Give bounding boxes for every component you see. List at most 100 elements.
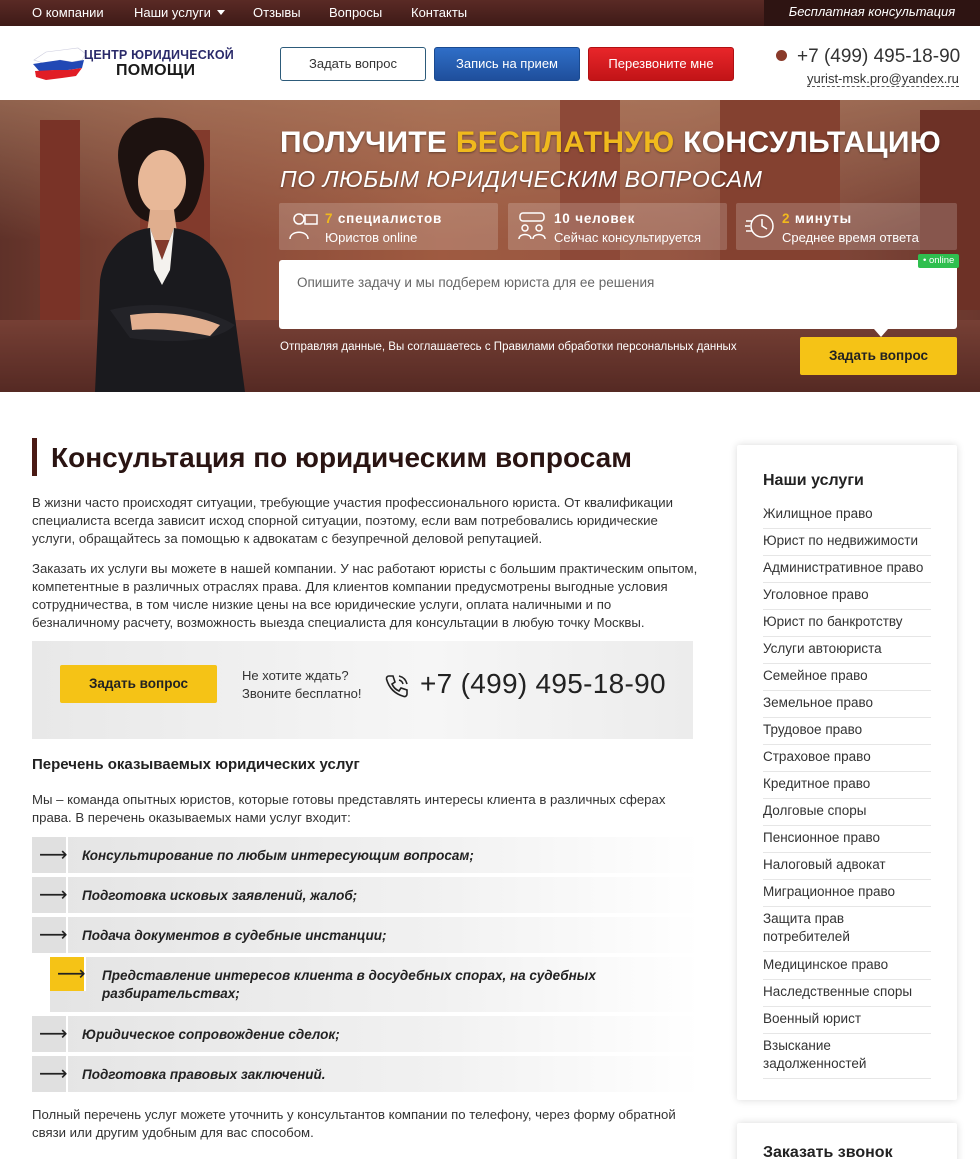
stat-response-num: 2 bbox=[782, 211, 791, 226]
list-item: ⟶ Подготовка правовых заключений. bbox=[32, 1056, 700, 1092]
sidebar-item[interactable]: Трудовое право bbox=[763, 721, 931, 745]
stat-people: 10 человек Сейчас консультируется bbox=[508, 203, 727, 250]
appointment-button[interactable]: Запись на прием bbox=[434, 47, 580, 81]
arrow-right-icon: ⟶ bbox=[50, 957, 86, 991]
callback-widget-title: Заказать звонок bbox=[763, 1144, 893, 1159]
sidebar-item[interactable]: Долговые споры bbox=[763, 802, 931, 826]
sidebar-item[interactable]: Медицинское право bbox=[763, 956, 931, 980]
list-item-text: Представление интересов клиента в досуде… bbox=[102, 968, 596, 1001]
hero-subtitle: ПО ЛЮБЫМ ЮРИДИЧЕСКИМ ВОПРОСАМ bbox=[280, 166, 763, 192]
cta-ask-question-button[interactable]: Задать вопрос bbox=[60, 665, 217, 703]
sidebar-item[interactable]: Услуги автоюриста bbox=[763, 640, 931, 664]
call-to-action-box: Задать вопрос Не хотите ждать? Звоните б… bbox=[32, 641, 693, 739]
timer-icon bbox=[745, 214, 774, 238]
cta-phone-number[interactable]: +7 (499) 495-18-90 bbox=[420, 668, 666, 700]
list-item-text: Подготовка исковых заявлений, жалоб; bbox=[82, 888, 358, 903]
top-navbar: О компании Наши услуги Отзывы Вопросы Ко… bbox=[0, 0, 980, 26]
list-item-highlighted: ⟶ Представление интересов клиента в досуд… bbox=[50, 957, 700, 1012]
hero-title-part2: КОНСУЛЬТАЦИЮ bbox=[683, 126, 941, 159]
list-item: ⟶ Подготовка исковых заявлений, жалоб; bbox=[32, 877, 700, 913]
list-item-text: Подготовка правовых заключений. bbox=[82, 1067, 326, 1082]
logo[interactable]: ЦЕНТР ЮРИДИЧЕСКОЙ ПОМОЩИ bbox=[32, 38, 234, 86]
stat-response-label: 2 минуты bbox=[782, 211, 852, 226]
hero-title: ПОЛУЧИТЕ БЕСПЛАТНУЮ КОНСУЛЬТАЦИЮ bbox=[280, 126, 941, 160]
sidebar-item[interactable]: Военный юрист bbox=[763, 1010, 931, 1034]
header-phone[interactable]: +7 (499) 495-18-90 bbox=[776, 46, 960, 68]
sidebar-item[interactable]: Юрист по недвижимости bbox=[763, 532, 931, 556]
phone-icon bbox=[776, 50, 787, 61]
sidebar-item[interactable]: Юрист по банкротству bbox=[763, 613, 931, 637]
people-icon bbox=[518, 212, 546, 240]
intro-paragraph: В жизни часто происходят ситуации, требу… bbox=[32, 495, 673, 546]
site-header: ЦЕНТР ЮРИДИЧЕСКОЙ ПОМОЩИ Задать вопрос З… bbox=[0, 26, 980, 100]
nav-contacts[interactable]: Контакты bbox=[411, 0, 467, 26]
stat-people-label: 10 человек bbox=[554, 211, 635, 226]
callback-widget: Заказать звонок bbox=[737, 1123, 957, 1159]
sidebar-item[interactable]: Страховое право bbox=[763, 748, 931, 772]
hero-title-accent: БЕСПЛАТНУЮ bbox=[455, 126, 675, 159]
arrow-right-icon: ⟶ bbox=[32, 837, 68, 873]
ask-question-button[interactable]: Задать вопрос bbox=[280, 47, 426, 81]
sidebar-title: Наши услуги bbox=[763, 472, 864, 489]
stat-specialists-word: специалистов bbox=[337, 211, 443, 226]
stat-people-word: человек bbox=[575, 211, 636, 226]
arrow-right-icon: ⟶ bbox=[32, 877, 68, 913]
list-item-text: Консультирование по любым интересующим в… bbox=[82, 848, 474, 863]
cta-text: Не хотите ждать? Звоните бесплатно! bbox=[242, 667, 362, 703]
stat-response-desc: Среднее время ответа bbox=[782, 230, 919, 245]
hero-banner: ПОЛУЧИТЕ БЕСПЛАТНУЮ КОНСУЛЬТАЦИЮ ПО ЛЮБЫ… bbox=[0, 100, 980, 392]
sidebar-item[interactable]: Кредитное право bbox=[763, 775, 931, 799]
sidebar-item[interactable]: Пенсионное право bbox=[763, 829, 931, 853]
nav-services[interactable]: Наши услуги bbox=[134, 0, 225, 26]
sidebar-item[interactable]: Земельное право bbox=[763, 694, 931, 718]
stat-people-desc: Сейчас консультируется bbox=[554, 230, 702, 245]
callback-button[interactable]: Перезвоните мне bbox=[588, 47, 734, 81]
hero-title-part1: ПОЛУЧИТЕ bbox=[280, 126, 448, 159]
russia-map-logo-icon bbox=[33, 47, 87, 80]
lawyer-icon bbox=[289, 213, 318, 240]
sidebar-item[interactable]: Миграционное право bbox=[763, 883, 931, 907]
services-paragraph: Заказать их услуги вы можете в нашей ком… bbox=[32, 561, 698, 630]
stat-specialists-desc: Юристов online bbox=[325, 230, 418, 245]
sidebar-item[interactable]: Наследственные споры bbox=[763, 983, 931, 1007]
privacy-consent-text: Отправляя данные, Вы соглашаетесь с Прав… bbox=[280, 341, 737, 353]
list-item: ⟶ Консультирование по любым интересующим … bbox=[32, 837, 700, 873]
sidebar-item[interactable]: Жилищное право bbox=[763, 505, 931, 529]
stat-specialists-num: 7 bbox=[325, 211, 334, 226]
list-item-text: Юридическое сопровождение сделок; bbox=[82, 1027, 340, 1042]
nav-questions[interactable]: Вопросы bbox=[329, 0, 382, 26]
cta-line-2: Звоните бесплатно! bbox=[242, 686, 362, 701]
sidebar-item[interactable]: Налоговый адвокат bbox=[763, 856, 931, 880]
phone-call-icon bbox=[385, 675, 408, 698]
nav-about[interactable]: О компании bbox=[32, 0, 104, 26]
services-sidebar: Наши услуги Жилищное право Юрист по недв… bbox=[737, 445, 957, 1100]
sidebar-item[interactable]: Защита прав потребителей bbox=[763, 910, 931, 952]
consultant-photo bbox=[95, 117, 245, 392]
chevron-down-icon bbox=[216, 10, 225, 15]
sidebar-item[interactable]: Семейное право bbox=[763, 667, 931, 691]
stat-response-time: 2 минуты Среднее время ответа bbox=[736, 203, 957, 250]
header-email[interactable]: yurist-msk.pro@yandex.ru bbox=[807, 71, 959, 87]
services-list-title: Перечень оказываемых юридических услуг bbox=[32, 756, 360, 773]
list-item-text: Подача документов в судебные инстанции; bbox=[82, 928, 387, 943]
page-title: Консультация по юридическим вопросам bbox=[32, 438, 632, 476]
free-consultation-link[interactable]: Бесплатная консультация bbox=[764, 0, 980, 26]
arrow-right-icon: ⟶ bbox=[32, 1056, 68, 1092]
logo-line-1: ЦЕНТР ЮРИДИЧЕСКОЙ bbox=[84, 48, 234, 62]
question-textarea[interactable] bbox=[279, 260, 957, 329]
submit-question-button[interactable]: Задать вопрос bbox=[800, 337, 957, 375]
stat-people-num: 10 bbox=[554, 211, 571, 226]
sidebar-item[interactable]: Административное право bbox=[763, 559, 931, 583]
stat-response-word: минуты bbox=[794, 211, 852, 226]
logo-line-2: ПОМОЩИ bbox=[116, 62, 196, 79]
header-phone-number: +7 (499) 495-18-90 bbox=[797, 46, 961, 67]
stat-specialists-label: 7 специалистов bbox=[325, 211, 442, 226]
arrow-right-icon: ⟶ bbox=[32, 1016, 68, 1052]
textarea-pointer bbox=[874, 329, 888, 337]
arrow-right-icon: ⟶ bbox=[32, 917, 68, 953]
sidebar-item[interactable]: Уголовное право bbox=[763, 586, 931, 610]
cta-line-1: Не хотите ждать? bbox=[242, 668, 349, 683]
sidebar-item[interactable]: Взыскание задолженностей bbox=[763, 1037, 931, 1079]
nav-reviews[interactable]: Отзывы bbox=[253, 0, 301, 26]
nav-services-label: Наши услуги bbox=[134, 5, 211, 20]
